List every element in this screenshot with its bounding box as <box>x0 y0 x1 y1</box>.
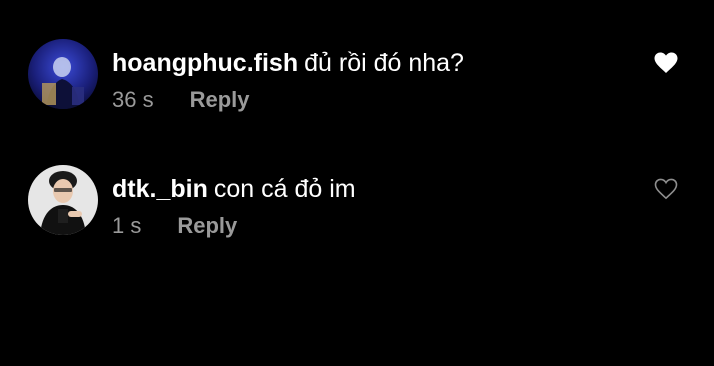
comment-text: đủ rồi đó nha? <box>304 49 464 77</box>
comment-username[interactable]: hoangphuc.fish <box>112 49 298 77</box>
heart-filled-icon <box>654 52 678 73</box>
comment-username[interactable]: dtk._bin <box>112 175 208 203</box>
avatar-photo-icon <box>28 165 98 235</box>
comment-meta: 1 s Reply <box>112 213 237 239</box>
comment-line: hoangphuc.fish đủ rồi đó nha? <box>112 48 464 78</box>
heart-outline-icon <box>654 178 678 200</box>
reply-button[interactable]: Reply <box>190 87 250 112</box>
avatar[interactable] <box>28 39 98 109</box>
comment-text: con cá đỏ im <box>213 175 356 203</box>
comment-item: hoangphuc.fish đủ rồi đó nha? 36 s Reply <box>0 36 714 116</box>
like-button[interactable] <box>654 178 678 200</box>
comment-meta: 36 s Reply <box>112 87 250 113</box>
comment-time: 1 s <box>112 213 142 238</box>
avatar-photo-icon <box>28 39 98 109</box>
comment-line: dtk._bin con cá đỏ im <box>112 174 356 204</box>
avatar[interactable] <box>28 165 98 235</box>
comment-time: 36 s <box>112 87 154 112</box>
reply-button[interactable]: Reply <box>177 213 237 238</box>
like-button[interactable] <box>654 52 678 74</box>
comment-item: dtk._bin con cá đỏ im 1 s Reply <box>0 162 714 242</box>
